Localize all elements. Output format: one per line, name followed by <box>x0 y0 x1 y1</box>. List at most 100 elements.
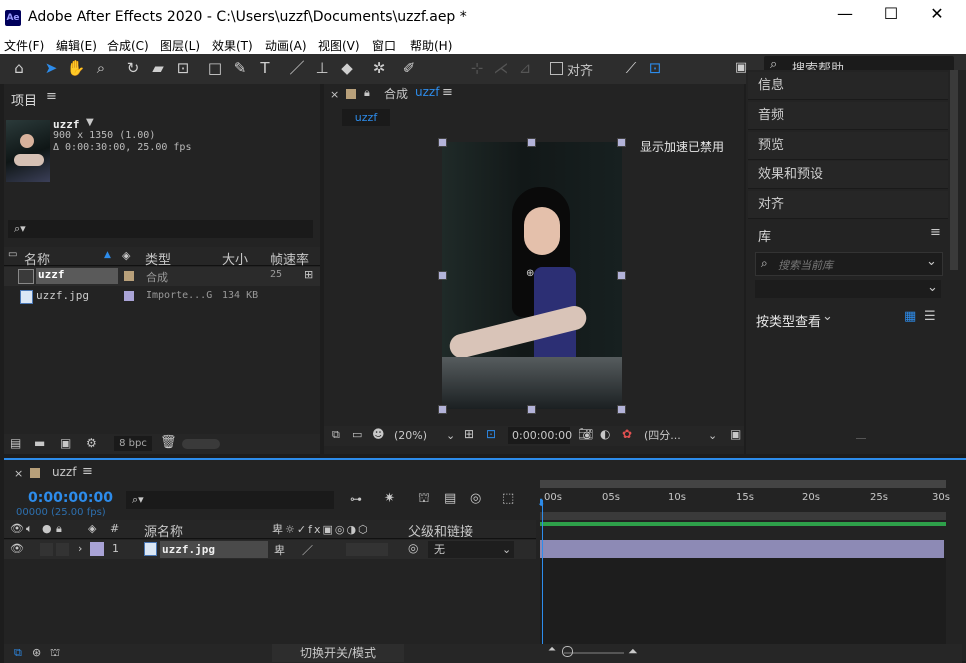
eye-icon[interactable]: 👁︎ <box>10 522 24 535</box>
list-view-icon[interactable]: ☰ <box>924 309 936 324</box>
snap-icon[interactable]: ⟋ <box>620 58 642 78</box>
hand-tool-icon[interactable]: ✋ <box>65 58 87 78</box>
chevron-down-icon[interactable]: ⌄ <box>822 309 833 324</box>
zoom-in-icon[interactable]: ⏶ <box>628 644 638 659</box>
time-ruler[interactable]: 00s 05s 10s 15s 20s 25s 30s <box>540 486 950 510</box>
sort-asc-icon[interactable]: ▲ <box>104 250 111 260</box>
zoom-slider[interactable] <box>564 652 624 654</box>
parent-select[interactable]: 无 ⌄ <box>428 541 514 558</box>
comp-subtab[interactable]: uzzf <box>342 109 390 126</box>
motion-blur-icon[interactable]: ◎ <box>470 491 481 506</box>
lock-toggle[interactable] <box>56 543 69 556</box>
menu-view[interactable]: 视图(V) <box>318 37 360 54</box>
menu-animation[interactable]: 动画(A) <box>265 37 307 54</box>
project-search-input[interactable]: ⌕▾ <box>8 220 313 238</box>
time-navigator[interactable] <box>540 512 946 520</box>
layer-name[interactable]: uzzf.jpg <box>160 541 268 558</box>
zoom-out-icon[interactable]: ⏶ <box>548 644 556 655</box>
menu-window[interactable]: 窗口 <box>372 37 396 54</box>
bpc-button[interactable]: 8 bpc <box>114 436 152 451</box>
resize-grip[interactable] <box>856 438 866 439</box>
anchor-point-icon[interactable]: ⊕ <box>526 268 534 279</box>
col-type[interactable]: 类型 <box>145 249 171 268</box>
switch-boxes[interactable] <box>346 543 388 556</box>
axis-local-icon[interactable]: ⊹ <box>466 58 488 78</box>
transform-handle[interactable] <box>527 138 536 147</box>
toggle-switches-modes[interactable]: 切换开关/模式 <box>272 644 404 662</box>
solo-toggle[interactable] <box>40 543 53 556</box>
playhead-icon[interactable]: ⬇ <box>537 498 545 509</box>
zoom-select[interactable]: (20%) ⌄ <box>394 427 456 444</box>
project-item-row[interactable]: uzzf 合成 25 ⊞ <box>4 267 320 286</box>
layer-row[interactable]: 👁︎ › 1 uzzf.jpg 卑 ／ ◎ 无 ⌄ <box>4 540 536 559</box>
close-button[interactable]: ✕ <box>922 2 952 26</box>
channel-icon[interactable]: ✿ <box>622 427 632 441</box>
col-framerate[interactable]: 帧速率 <box>270 249 309 268</box>
clone-stamp-tool-icon[interactable]: ⊥ <box>311 58 333 78</box>
flowchart-icon[interactable]: ⊞ <box>304 268 313 281</box>
view-by-type[interactable]: 按类型查看 <box>756 311 821 330</box>
comp-viewer[interactable]: ⊕ 显示加速已禁用 <box>324 130 744 426</box>
project-settings-icon[interactable]: ⚙ <box>86 436 97 450</box>
transform-handle[interactable] <box>527 405 536 414</box>
shy-switch-icon[interactable]: 卑 <box>274 542 285 558</box>
timeline-track-area[interactable] <box>540 558 946 644</box>
axis-view-icon[interactable]: ⊿ <box>514 58 536 78</box>
align-checkbox[interactable] <box>550 62 563 75</box>
transform-handle[interactable] <box>438 271 447 280</box>
pan-behind-tool-icon[interactable]: ⊡ <box>172 58 194 78</box>
close-tab-icon[interactable]: × <box>14 467 23 480</box>
minimize-button[interactable]: — <box>830 2 860 26</box>
rectangle-tool-icon[interactable]: □ <box>204 58 226 78</box>
rotate-tool-icon[interactable]: ↻ <box>122 58 144 78</box>
comp-flowchart-icon[interactable]: ⊶ <box>350 492 362 506</box>
comp-tab-label[interactable]: 合成 <box>384 85 408 102</box>
expand-chevron-icon[interactable]: › <box>78 542 82 555</box>
monitor-icon[interactable]: ▭ <box>352 428 362 441</box>
timeline-comp-name[interactable]: uzzf <box>52 465 76 479</box>
pen-tool-icon[interactable]: ✎ <box>229 58 251 78</box>
frame-blending-icon[interactable]: ▤ <box>444 491 456 506</box>
pick-whip-icon[interactable]: ◎ <box>408 541 418 555</box>
draft-3d-icon[interactable]: ✷ <box>384 491 395 506</box>
transfer-controls-icon[interactable]: ⊛ <box>32 646 41 659</box>
effects-presets-tab[interactable]: 效果和预设 <box>748 161 948 189</box>
eraser-tool-icon[interactable]: ◆ <box>336 58 358 78</box>
delete-icon[interactable]: 🗑︎ <box>160 435 177 450</box>
always-preview-icon[interactable]: ⧉ <box>332 428 340 442</box>
library-search-input[interactable]: ⌕ 搜索当前库 ⌄ <box>755 252 943 276</box>
snap-grid-icon[interactable]: ⊡ <box>644 58 666 78</box>
grid-view-icon[interactable]: ▦ <box>904 309 916 324</box>
comp-timecode[interactable]: 0:00:00:00 <box>508 427 572 444</box>
new-folder-icon[interactable]: ▬ <box>34 436 45 450</box>
col-name[interactable]: 名称 <box>24 249 50 268</box>
panel-menu-icon[interactable]: ≡ <box>46 89 57 104</box>
home-icon[interactable]: ⌂ <box>8 58 30 78</box>
panel-menu-icon[interactable]: ≡ <box>442 85 453 100</box>
menu-layer[interactable]: 图层(L) <box>160 37 200 54</box>
eye-icon[interactable]: 👁︎ <box>10 542 24 555</box>
maximize-button[interactable]: ☐ <box>876 2 906 26</box>
transform-handle[interactable] <box>438 138 447 147</box>
transform-handle[interactable] <box>617 405 626 414</box>
timeline-search-input[interactable]: ⌕▾ <box>126 491 334 509</box>
layer-label-swatch[interactable] <box>90 542 104 556</box>
col-size[interactable]: 大小 <box>222 249 248 268</box>
align-panel-tab[interactable]: 对齐 <box>748 191 948 219</box>
preview-panel-tab[interactable]: 预览 <box>748 132 948 160</box>
brush-tool-icon[interactable]: ／ <box>286 58 308 78</box>
camera-tool-icon[interactable]: ▰ <box>147 58 169 78</box>
audio-icon[interactable]: 🔈︎ <box>26 522 33 536</box>
thumbnail-slider[interactable] <box>182 439 220 449</box>
menu-file[interactable]: 文件(F) <box>4 37 44 54</box>
close-tab-icon[interactable]: × <box>330 88 339 101</box>
menu-help[interactable]: 帮助(H) <box>410 37 452 54</box>
view-select[interactable]: (四分... ⌄ <box>644 427 720 444</box>
current-time-indicator[interactable] <box>542 500 543 648</box>
timeline-timecode[interactable]: 0:00:00:00 <box>28 490 113 506</box>
selection-tool-icon[interactable]: ➤ <box>40 58 62 78</box>
transform-handle[interactable] <box>617 138 626 147</box>
lock-icon[interactable]: 🔒︎ <box>56 522 62 536</box>
library-select[interactable]: ⌄ <box>755 280 941 298</box>
solo-icon[interactable]: ● <box>42 522 52 535</box>
